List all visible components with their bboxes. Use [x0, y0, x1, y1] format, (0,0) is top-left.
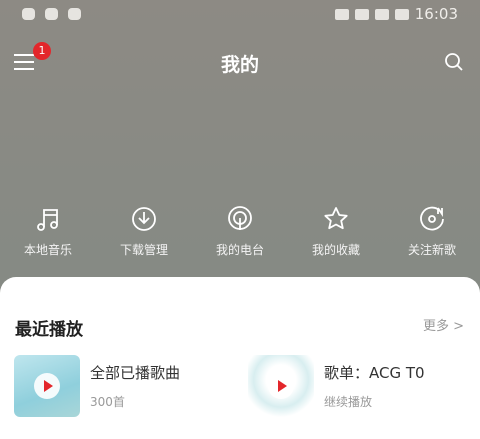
- status-bar: 16:03: [0, 0, 480, 30]
- wifi-icon: [354, 8, 369, 20]
- recent-item[interactable]: 歌单：ACG T0 继续播放: [248, 355, 425, 417]
- recent-item[interactable]: 全部已播歌曲 300首: [14, 355, 180, 417]
- search-button[interactable]: [444, 52, 464, 76]
- quick-actions: 本地音乐 下载管理 我的电台 我的收藏 关注新歌: [0, 205, 480, 258]
- recent-card: 最近播放 更多 > 全部已播歌曲 300首 歌单：ACG T0 继续播放: [0, 277, 480, 439]
- page-title: 我的: [220, 54, 259, 76]
- quick-radio[interactable]: 我的电台: [192, 205, 288, 258]
- section-title: 最近播放: [15, 320, 83, 340]
- top-nav: 1 我的: [0, 40, 480, 84]
- clock: 16:03: [414, 5, 458, 23]
- album-cover: [248, 355, 314, 417]
- album-cover: [14, 355, 80, 417]
- music-note-icon: [37, 209, 58, 231]
- quick-favorites[interactable]: 我的收藏: [288, 205, 384, 258]
- search-icon: [445, 53, 463, 71]
- play-icon[interactable]: [34, 373, 60, 399]
- more-link[interactable]: 更多 >: [423, 315, 464, 334]
- alarm-icon: [334, 8, 349, 20]
- signal-icon: [374, 8, 389, 20]
- battery-icon: [394, 8, 409, 20]
- quick-download[interactable]: 下载管理: [96, 205, 192, 258]
- star-icon: [324, 207, 348, 230]
- new-song-icon: [420, 206, 444, 231]
- notification-icons: [22, 8, 81, 20]
- play-icon[interactable]: [268, 373, 294, 399]
- quick-local-music[interactable]: 本地音乐: [0, 205, 96, 258]
- quick-new-songs[interactable]: 关注新歌: [384, 205, 480, 258]
- download-icon: [132, 207, 156, 231]
- radio-icon: [228, 206, 252, 230]
